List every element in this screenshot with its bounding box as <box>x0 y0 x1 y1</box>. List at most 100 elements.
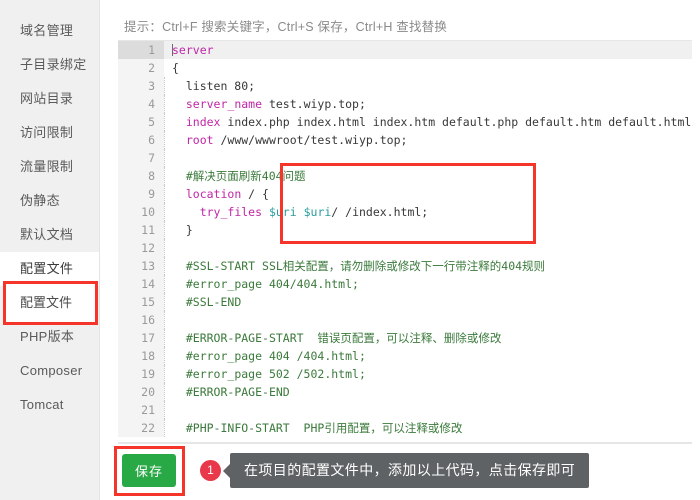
code-line[interactable]: 5 index index.php index.html index.htm d… <box>118 113 692 131</box>
code-line-text[interactable] <box>164 149 692 167</box>
code-line[interactable]: 20 #ERROR-PAGE-END <box>118 383 692 401</box>
code-line-text[interactable]: #SSL-START SSL相关配置，请勿删除或修改下一行带注释的404规则 <box>164 257 692 275</box>
code-line-text[interactable] <box>164 311 692 329</box>
sidebar-item-9[interactable]: PHP版本 <box>0 320 99 354</box>
code-line-text[interactable]: try_files $uri $uri/ /index.html; <box>164 203 692 221</box>
code-line-text[interactable]: #error_page 404/404.html; <box>164 275 692 293</box>
code-line[interactable]: 14 #error_page 404/404.html; <box>118 275 692 293</box>
sidebar-item-2[interactable]: 网站目录 <box>0 82 99 116</box>
code-token: #PHP-INFO-START PHP引用配置，可以注释或修改 <box>185 421 463 435</box>
code-token: / { <box>241 187 269 201</box>
code-token: /www/wwwroot/test.wiyp.top; <box>213 133 408 147</box>
code-line[interactable]: 3 listen 80; <box>118 77 692 95</box>
code-line[interactable]: 22 #PHP-INFO-START PHP引用配置，可以注释或修改 <box>118 419 692 437</box>
code-line[interactable]: 11 } <box>118 221 692 239</box>
sidebar-item-10[interactable]: Composer <box>0 354 99 388</box>
code-line[interactable]: 19 #error_page 502 /502.html; <box>118 365 692 383</box>
line-number: 17 <box>118 329 164 347</box>
code-line-text[interactable]: } <box>164 221 692 239</box>
code-line[interactable]: 21 <box>118 401 692 419</box>
sidebar-item-0[interactable]: 域名管理 <box>0 14 99 48</box>
sidebar-item-3[interactable]: 访问限制 <box>0 116 99 150</box>
line-number: 11 <box>118 221 164 239</box>
code-line[interactable]: 4 server_name test.wiyp.top; <box>118 95 692 113</box>
code-line-text[interactable] <box>164 239 692 257</box>
code-token: #error_page 404 /404.html; <box>185 349 366 363</box>
code-line[interactable]: 10 try_files $uri $uri/ /index.html; <box>118 203 692 221</box>
code-lines-container[interactable]: 1 server 2{3 listen 80; 4 server_name test.… <box>118 41 692 437</box>
code-line[interactable]: 8 #解决页面刷新404问题 <box>118 167 692 185</box>
line-number: 14 <box>118 275 164 293</box>
code-line-text[interactable]: location / { <box>164 185 692 203</box>
line-number: 12 <box>118 239 164 257</box>
code-token: #error_page 502 /502.html; <box>185 367 366 381</box>
code-line[interactable]: 2{ <box>118 59 692 77</box>
code-line[interactable]: 6 root /www/wwwroot/test.wiyp.top; <box>118 131 692 149</box>
sidebar-item-config-file[interactable]: 配置文件 <box>3 281 98 325</box>
line-number: 15 <box>118 293 164 311</box>
save-button[interactable]: 保存 <box>122 454 176 487</box>
line-number: 9 <box>118 185 164 203</box>
code-line[interactable]: 17 #ERROR-PAGE-START 错误页配置，可以注释、删除或修改 <box>118 329 692 347</box>
code-line[interactable]: 7 <box>118 149 692 167</box>
code-line-text[interactable]: #ERROR-PAGE-START 错误页配置，可以注释、删除或修改 <box>164 329 692 347</box>
line-number: 2 <box>118 59 164 77</box>
code-editor[interactable]: 1 server 2{3 listen 80; 4 server_name test.… <box>118 40 692 444</box>
code-line[interactable]: 12 <box>118 239 692 257</box>
app-root: 域名管理 子目录绑定 网站目录 访问限制 流量限制 伪静态 默认文档 配置文件 SSL PHP版本… <box>0 0 700 500</box>
code-line[interactable]: 15 #SSL-END <box>118 293 692 311</box>
code-line-text[interactable]: server <box>164 41 692 59</box>
code-line-text[interactable]: root /www/wwwroot/test.wiyp.top; <box>164 131 692 149</box>
sidebar-item-11[interactable]: Tomcat <box>0 388 99 422</box>
sidebar: 域名管理 子目录绑定 网站目录 访问限制 流量限制 伪静态 默认文档 配置文件 SSL PHP版本… <box>0 0 100 500</box>
sidebar-item-4[interactable]: 流量限制 <box>0 150 99 184</box>
line-number: 8 <box>118 167 164 185</box>
code-token: root <box>185 133 214 147</box>
main-panel: 提示：Ctrl+F 搜索关键字，Ctrl+S 保存，Ctrl+H 查找替换 1s… <box>100 0 700 500</box>
line-number: 20 <box>118 383 164 401</box>
code-line-text[interactable]: #PHP-INFO-START PHP引用配置，可以注释或修改 <box>164 419 692 437</box>
code-line[interactable]: 16 <box>118 311 692 329</box>
sidebar-item-1[interactable]: 子目录绑定 <box>0 48 99 82</box>
line-number: 4 <box>118 95 164 113</box>
line-number: 7 <box>118 149 164 167</box>
step-badge-1: 1 <box>200 460 221 481</box>
sidebar-item-label: PHP版本 <box>20 329 75 344</box>
code-line[interactable]: 18 #error_page 404 /404.html; <box>118 347 692 365</box>
code-token: index.php index.html index.htm default.p… <box>220 115 692 129</box>
line-number: 1 <box>118 41 164 59</box>
line-number: 10 <box>118 203 164 221</box>
sidebar-item-label: 访问限制 <box>20 125 74 140</box>
code-line-text[interactable]: #SSL-END <box>164 293 692 311</box>
line-number: 18 <box>118 347 164 365</box>
code-line-text[interactable]: listen 80; <box>164 77 692 95</box>
sidebar-item-6[interactable]: 默认文档 <box>0 218 99 252</box>
code-token: / /index.html; <box>331 205 429 219</box>
code-line-text[interactable]: #error_page 502 /502.html; <box>164 365 692 383</box>
code-token: { <box>172 61 179 75</box>
code-line-text[interactable] <box>164 401 692 419</box>
code-line[interactable]: 9 location / { <box>118 185 692 203</box>
line-number: 16 <box>118 311 164 329</box>
code-line-text[interactable]: #解决页面刷新404问题 <box>164 167 692 185</box>
code-line-text[interactable]: #ERROR-PAGE-END <box>164 383 692 401</box>
code-line-text[interactable]: #error_page 404 /404.html; <box>164 347 692 365</box>
code-line[interactable]: 13 #SSL-START SSL相关配置，请勿删除或修改下一行带注释的404规… <box>118 257 692 275</box>
code-token: } <box>172 223 193 237</box>
code-line-text[interactable]: server_name test.wiyp.top; <box>164 95 692 113</box>
sidebar-item-label: 默认文档 <box>20 227 74 242</box>
code-line-text[interactable]: { <box>164 59 692 77</box>
code-line-text[interactable]: index index.php index.html index.htm def… <box>164 113 692 131</box>
code-token: $uri <box>303 205 332 219</box>
sidebar-item-5[interactable]: 伪静态 <box>0 184 99 218</box>
code-line[interactable]: 1 server <box>118 41 692 59</box>
